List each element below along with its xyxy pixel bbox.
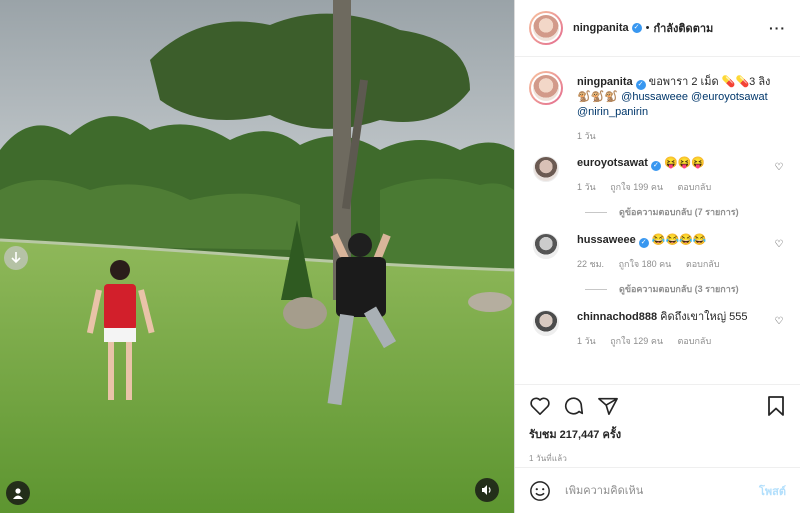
mention-link[interactable]: @hussaweee [621,91,688,103]
share-icon[interactable] [597,396,619,416]
comment-username[interactable]: chinnachod888 [577,311,657,323]
like-comment-heart-icon[interactable]: ♡ [772,316,786,327]
mention-link[interactable]: @nirin_panirin [577,106,648,118]
comment-icon[interactable] [563,395,585,417]
verified-badge-icon: ✓ [631,23,642,33]
comment-text: คิดถึงเขาใหญ่ 555 [660,311,748,323]
arrow-down-icon[interactable] [4,246,28,270]
comment-item: euroyotsawat ✓ 😝😝😝 1 วัน ถูกใจ 199 คน ตอบ… [529,156,786,195]
volume-icon[interactable] [475,478,499,502]
like-comment-heart-icon[interactable]: ♡ [772,162,786,173]
reply-button[interactable]: ตอบกลับ [678,336,712,346]
comment-time[interactable]: 1 วัน [577,182,596,192]
comment-time[interactable]: 1 วัน [577,336,596,346]
verified-badge-icon: ✓ [635,80,646,90]
divider [585,288,607,290]
view-replies-label: ดูข้อความตอบกลับ (3 รายการ) [619,284,739,294]
verified-badge-icon: ✓ [638,238,649,248]
comment-input[interactable] [565,484,759,497]
comment-username[interactable]: hussaweee [577,234,636,246]
view-count[interactable]: รับชม 217,447 ครั้ง [529,425,786,443]
verified-badge-icon: ✓ [650,161,661,171]
post-header: ningpanita ✓ • กำลังติดตาม ··· [515,0,800,57]
like-comment-heart-icon[interactable]: ♡ [772,239,786,250]
more-horizontal-icon[interactable]: ··· [769,20,786,36]
comment-item: chinnachod888 คิดถึงเขาใหญ่ 555 1 วัน ถู… [529,310,786,349]
reply-button[interactable]: ตอบกลับ [678,182,712,192]
comment-time[interactable]: 22 ชม. [577,259,604,269]
post-timestamp[interactable]: 1 วันที่แล้ว [529,452,786,465]
emoji-icon[interactable] [529,480,551,502]
comments-list[interactable]: ningpanita ✓ ขอพารา 2 เม็ด 💊💊3 ลิง 🐒🐒🐒 @h… [515,57,800,384]
comment-likes[interactable]: ถูกใจ 129 คน [610,336,663,346]
comment-item: hussaweee ✓ 😂😂😂😂 22 ชม. ถูกใจ 180 คน ตอบก… [529,233,786,272]
comment-text: 😂😂😂😂 [651,234,707,246]
user-tag-icon[interactable] [6,481,30,505]
avatar[interactable] [533,156,559,182]
avatar[interactable] [533,310,559,336]
caption-username[interactable]: ningpanita [577,76,633,88]
view-replies-button[interactable]: ดูข้อความตอบกลับ (3 รายการ) [585,282,786,296]
comment-likes[interactable]: ถูกใจ 180 คน [619,259,672,269]
view-replies-label: ดูข้อความตอบกลับ (7 รายการ) [619,207,739,217]
avatar[interactable] [529,71,563,105]
bookmark-icon[interactable] [766,395,786,417]
separator: • [645,22,650,34]
caption: ningpanita ✓ ขอพารา 2 เม็ด 💊💊3 ลิง 🐒🐒🐒 @h… [529,71,786,144]
comment-text: 😝😝😝 [663,157,706,169]
reply-button[interactable]: ตอบกลับ [686,259,720,269]
add-comment-bar: โพสต์ [515,467,800,513]
post-side-panel: ningpanita ✓ • กำลังติดตาม ··· ningpanit… [514,0,800,513]
avatar[interactable] [533,233,559,259]
heart-icon[interactable] [529,396,551,416]
post-media[interactable] [0,0,514,513]
author-username[interactable]: ningpanita [573,22,629,34]
caption-text: ขอพารา 2 เม็ด 💊💊3 ลิง [648,76,771,88]
comment-username[interactable]: euroyotsawat [577,157,648,169]
follow-status-button[interactable]: กำลังติดตาม [653,19,713,37]
video-frame [0,0,514,513]
avatar[interactable] [529,11,563,45]
view-replies-button[interactable]: ดูข้อความตอบกลับ (7 รายการ) [585,205,786,219]
comment-likes[interactable]: ถูกใจ 199 คน [610,182,663,192]
caption-time: 1 วัน [577,131,596,141]
mention-link[interactable]: @euroyotsawat [691,91,768,103]
divider [585,211,607,213]
caption-monkeys: 🐒🐒🐒 [577,91,619,103]
post-comment-button[interactable]: โพสต์ [759,482,786,500]
post-actions: รับชม 217,447 ครั้ง 1 วันที่แล้ว [515,384,800,467]
